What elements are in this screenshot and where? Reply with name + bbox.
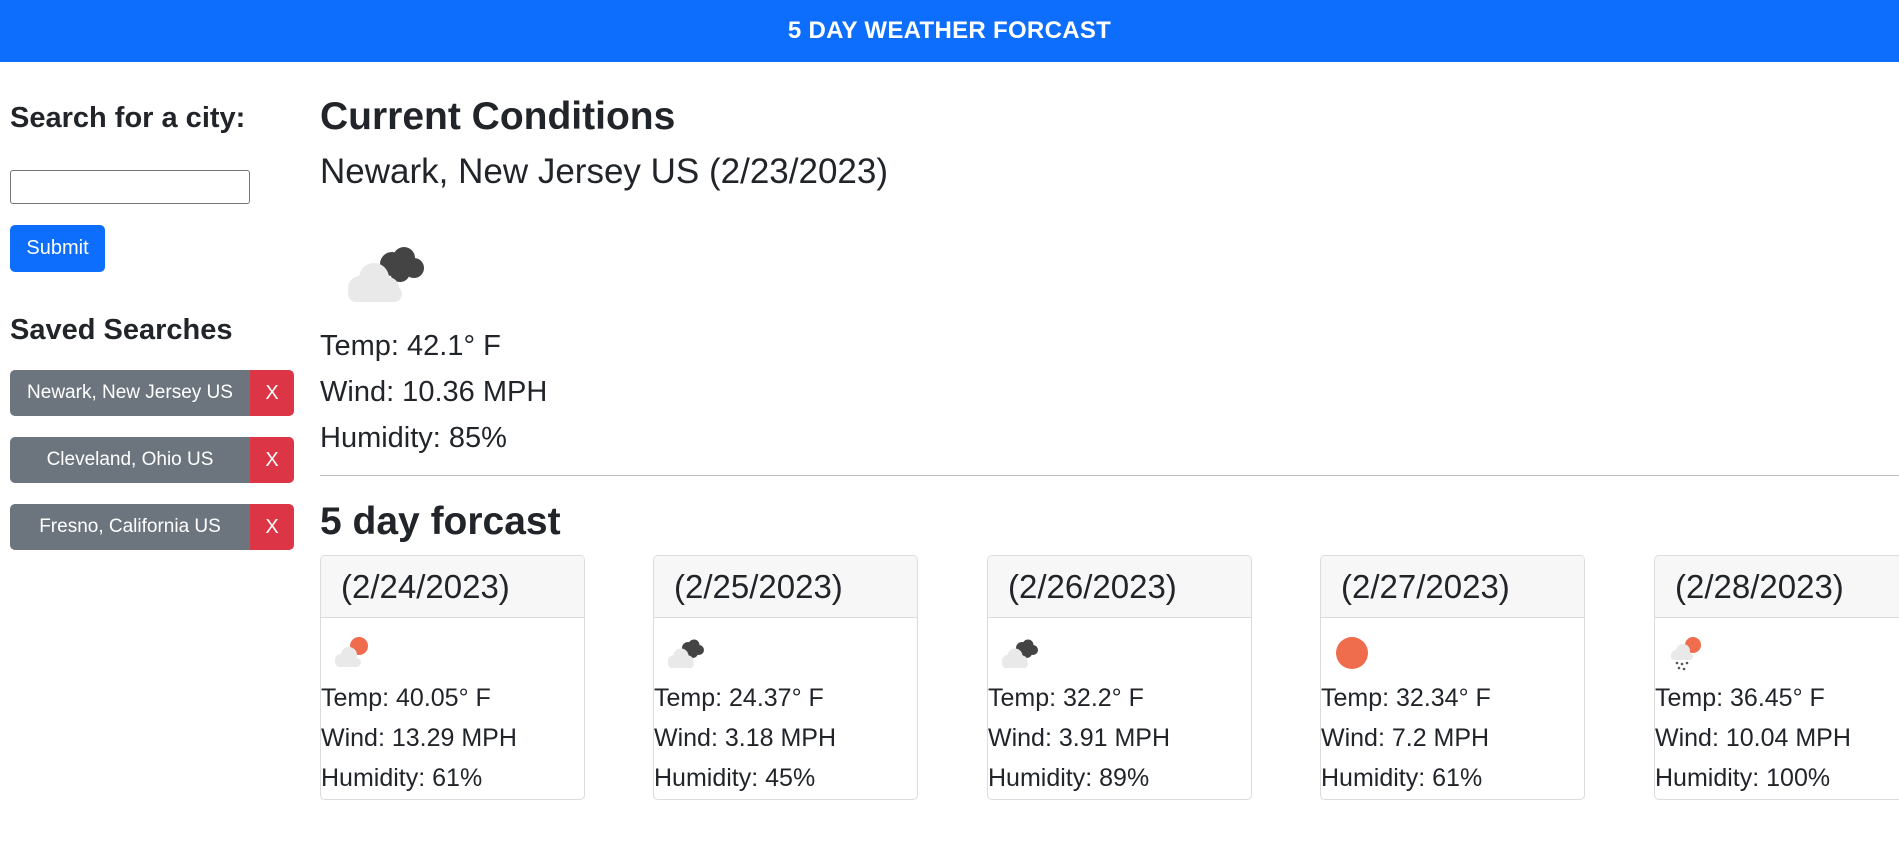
saved-searches-title: Saved Searches — [10, 314, 233, 346]
forecast-date: (2/26/2023) — [988, 556, 1251, 618]
forecast-card: (2/28/2023) Temp: 36.45° F Wind: 10.04 M… — [1654, 555, 1899, 800]
forecast-wind: Wind: 3.18 MPH — [654, 724, 837, 752]
current-wind: Wind: 10.36 MPH — [320, 376, 548, 408]
city-search-input[interactable] — [10, 170, 250, 204]
delete-saved-button[interactable]: X — [250, 504, 294, 550]
search-label: Search for a city: — [10, 102, 246, 134]
current-conditions-title: Current Conditions — [320, 95, 676, 138]
delete-saved-button[interactable]: X — [250, 437, 294, 483]
few-clouds-icon — [335, 637, 368, 667]
saved-city-button[interactable]: Fresno, California US — [10, 504, 250, 550]
saved-search-item: Newark, New Jersey US X — [10, 370, 295, 416]
forecast-temp: Temp: 24.37° F — [654, 684, 824, 712]
broken-clouds-icon — [348, 247, 424, 302]
forecast-temp: Temp: 36.45° F — [1655, 684, 1825, 712]
forecast-wind: Wind: 13.29 MPH — [321, 724, 517, 752]
forecast-card: (2/25/2023) Temp: 24.37° F Wind: 3.18 MP… — [653, 555, 918, 800]
saved-search-item: Fresno, California US X — [10, 504, 295, 550]
forecast-temp: Temp: 32.2° F — [988, 684, 1144, 712]
app-title: 5 DAY WEATHER FORCAST — [787, 17, 1112, 44]
main-content: Current Conditions Newark, New Jersey US… — [320, 62, 1899, 851]
forecast-humidity: Humidity: 61% — [321, 764, 483, 792]
section-divider — [320, 475, 1899, 476]
clear-sky-icon — [1336, 637, 1368, 669]
current-humidity: Humidity: 85% — [320, 422, 507, 454]
forecast-humidity: Humidity: 89% — [988, 764, 1150, 792]
forecast-wind: Wind: 3.91 MPH — [988, 724, 1171, 752]
forecast-card: (2/27/2023) Temp: 32.34° F Wind: 7.2 MPH… — [1320, 555, 1585, 800]
saved-search-item: Cleveland, Ohio US X — [10, 437, 295, 483]
broken-clouds-icon — [668, 639, 704, 668]
forecast-wind: Wind: 10.04 MPH — [1655, 724, 1851, 752]
forecast-date: (2/24/2023) — [321, 556, 584, 618]
saved-city-button[interactable]: Newark, New Jersey US — [10, 370, 250, 416]
forecast-date: (2/27/2023) — [1321, 556, 1584, 618]
forecast-card: (2/24/2023) Temp: 40.05° F Wind: 13.29 M… — [320, 555, 585, 800]
submit-button[interactable]: Submit — [10, 225, 105, 272]
forecast-temp: Temp: 40.05° F — [321, 684, 491, 712]
saved-searches-list: Newark, New Jersey US X Cleveland, Ohio … — [10, 370, 295, 571]
current-city-date: Newark, New Jersey US (2/23/2023) — [320, 152, 888, 191]
forecast-temp: Temp: 32.34° F — [1321, 684, 1491, 712]
forecast-humidity: Humidity: 61% — [1321, 764, 1483, 792]
app-header: 5 DAY WEATHER FORCAST — [0, 0, 1899, 62]
forecast-card: (2/26/2023) Temp: 32.2° F Wind: 3.91 MPH… — [987, 555, 1252, 800]
forecast-wind: Wind: 7.2 MPH — [1321, 724, 1490, 752]
broken-clouds-icon — [1002, 639, 1038, 668]
forecast-humidity: Humidity: 45% — [654, 764, 816, 792]
forecast-date: (2/25/2023) — [654, 556, 917, 618]
rain-icon — [1671, 637, 1701, 671]
delete-saved-button[interactable]: X — [250, 370, 294, 416]
saved-city-button[interactable]: Cleveland, Ohio US — [10, 437, 250, 483]
forecast-date: (2/28/2023) — [1655, 556, 1899, 618]
forecast-title: 5 day forcast — [320, 500, 561, 543]
current-temp: Temp: 42.1° F — [320, 330, 501, 362]
forecast-humidity: Humidity: 100% — [1655, 764, 1831, 792]
